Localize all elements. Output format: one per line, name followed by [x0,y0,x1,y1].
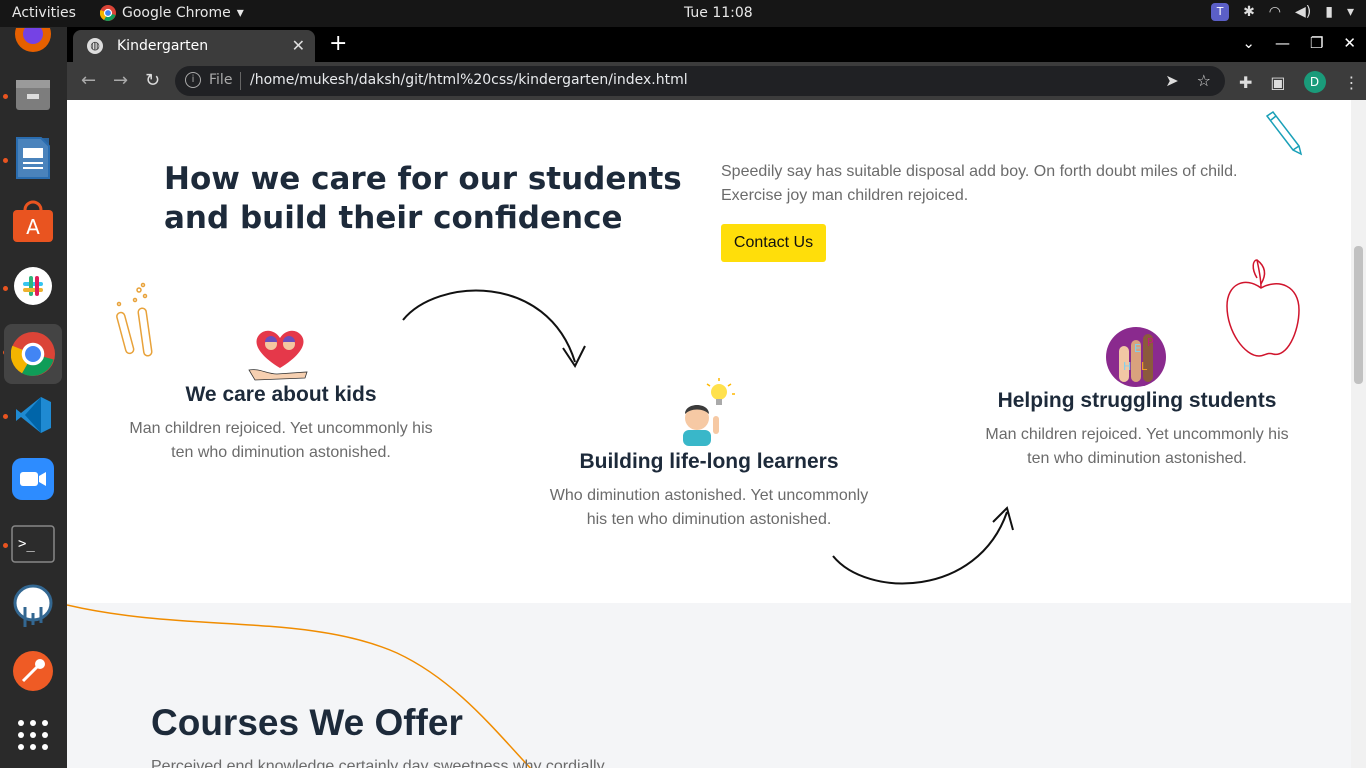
tab-kindergarten[interactable]: ◍ Kindergarten ✕ [73,30,315,62]
activities-button[interactable]: Activities [12,5,76,21]
contact-us-button[interactable]: Contact Us [721,224,826,262]
address-bar[interactable]: i File /home/mukesh/daksh/git/html%20css… [175,66,1225,96]
clock[interactable]: Tue 11:08 [684,5,753,21]
reload-button[interactable]: ↻ [145,70,160,91]
info-icon[interactable]: i [185,72,201,88]
heart-kids-icon [248,330,308,381]
app-menu[interactable]: Google Chrome ▾ [100,5,244,21]
vscode-icon[interactable] [9,391,57,439]
tab-strip: ◍ Kindergarten ✕ + ⌄ — ❐ ✕ [67,27,1366,62]
courses-heading: Courses We Offer [151,702,463,743]
feature-title: We care about kids [185,383,377,406]
volume-icon[interactable]: ◀) [1295,4,1311,20]
test-tubes-icon [116,282,153,357]
browser-toolbar: ← → ↻ i File /home/mukesh/daksh/git/html… [67,62,1366,100]
running-indicator [3,94,8,99]
dock: A >_ [0,27,67,768]
chevron-down-icon: ▾ [236,5,244,21]
svg-text:L: L [1141,360,1148,373]
zoom-icon[interactable] [9,455,57,503]
side-panel-icon[interactable]: ▣ [1270,73,1285,92]
svg-text:H: H [1123,360,1131,373]
curved-arrow-icon [402,289,586,368]
address-bar-actions: ➤ ☆ [1165,71,1211,90]
svg-text:>_: >_ [18,536,35,552]
slack-icon[interactable]: ✱ [1243,4,1255,20]
close-tab-icon[interactable]: ✕ [292,36,305,55]
running-indicator [3,414,8,419]
terminal-icon[interactable]: >_ [9,520,57,568]
address-url[interactable]: /home/mukesh/daksh/git/html%20css/kinder… [250,72,688,88]
apple-icon [1226,259,1300,357]
extensions-icon[interactable]: ✚ [1239,73,1252,92]
close-window-button[interactable]: ✕ [1343,34,1356,52]
teams-icon[interactable]: T [1211,3,1230,21]
postman-icon[interactable] [9,647,57,695]
minimize-button[interactable]: — [1275,34,1290,52]
running-indicator [3,286,8,291]
idea-boy-icon [683,378,735,446]
show-applications-icon[interactable] [9,711,57,759]
curved-arrow-icon [832,506,1014,585]
feature-card: We care about kids Man children rejoiced… [121,383,441,465]
courses-section: Courses We Offer Perceived end knowledge… [67,603,1351,768]
courses-subtitle: Perceived end knowledge certainly day sw… [151,758,605,768]
divider [240,72,241,90]
scrollbar-thumb[interactable] [1354,246,1363,384]
intro-text: Speedily say has suitable disposal add b… [721,163,1238,204]
send-icon[interactable]: ➤ [1165,71,1178,90]
pgadmin-icon[interactable] [9,582,57,630]
libreoffice-writer-icon[interactable] [9,134,57,182]
slack-icon[interactable] [9,262,57,310]
maximize-button[interactable]: ❐ [1310,34,1323,52]
svg-text:E: E [1134,342,1141,355]
svg-text:P: P [1147,336,1154,349]
battery-icon[interactable]: ▮ [1325,4,1333,20]
feature-title: Building life-long learners [579,450,839,473]
helping-hands-icon: H E P L [1106,327,1166,387]
forward-button[interactable]: → [113,70,128,91]
profile-avatar[interactable]: D [1303,71,1326,93]
feature-text: Man children rejoiced. Yet uncommonly hi… [129,420,433,461]
app-menu-label: Google Chrome [122,5,231,21]
menu-icon[interactable]: ⋮ [1344,73,1360,92]
web-page: How we care for our students and build t… [67,100,1351,768]
feature-title: Helping struggling students [997,389,1277,412]
feature-card: Helping struggling students Man children… [977,389,1297,471]
toolbar-actions: ✚ ▣ D ⋮ [1239,71,1360,93]
tab-title: Kindergarten [117,38,209,54]
system-tray[interactable]: T ✱ ◠ ◀) ▮ ▾ [1211,3,1354,21]
page-scrollbar[interactable] [1351,100,1366,768]
back-button[interactable]: ← [81,70,96,91]
feature-text: Man children rejoiced. Yet uncommonly hi… [985,426,1289,467]
section-heading: How we care for our students and build t… [164,161,682,236]
pencil-icon [1265,110,1303,156]
chrome-icon [100,5,116,21]
software-center-icon[interactable]: A [9,198,57,246]
running-indicator [3,158,8,163]
new-tab-button[interactable]: + [329,31,347,56]
chrome-dock-icon[interactable] [4,324,62,384]
bookmark-star-icon[interactable]: ☆ [1197,71,1211,90]
window-controls: ⌄ — ❐ ✕ [1242,34,1356,52]
running-indicator [3,543,8,548]
tab-search-icon[interactable]: ⌄ [1242,34,1255,52]
wifi-icon[interactable]: ◠ [1269,4,1281,20]
svg-text:A: A [26,215,40,239]
chevron-down-icon[interactable]: ▾ [1347,4,1354,20]
firefox-icon[interactable] [9,27,57,57]
system-top-bar: Activities Google Chrome ▾ Tue 11:08 T ✱… [0,0,1366,27]
globe-icon: ◍ [87,38,103,54]
address-scheme-label: File [209,72,233,88]
files-icon[interactable] [9,70,57,118]
